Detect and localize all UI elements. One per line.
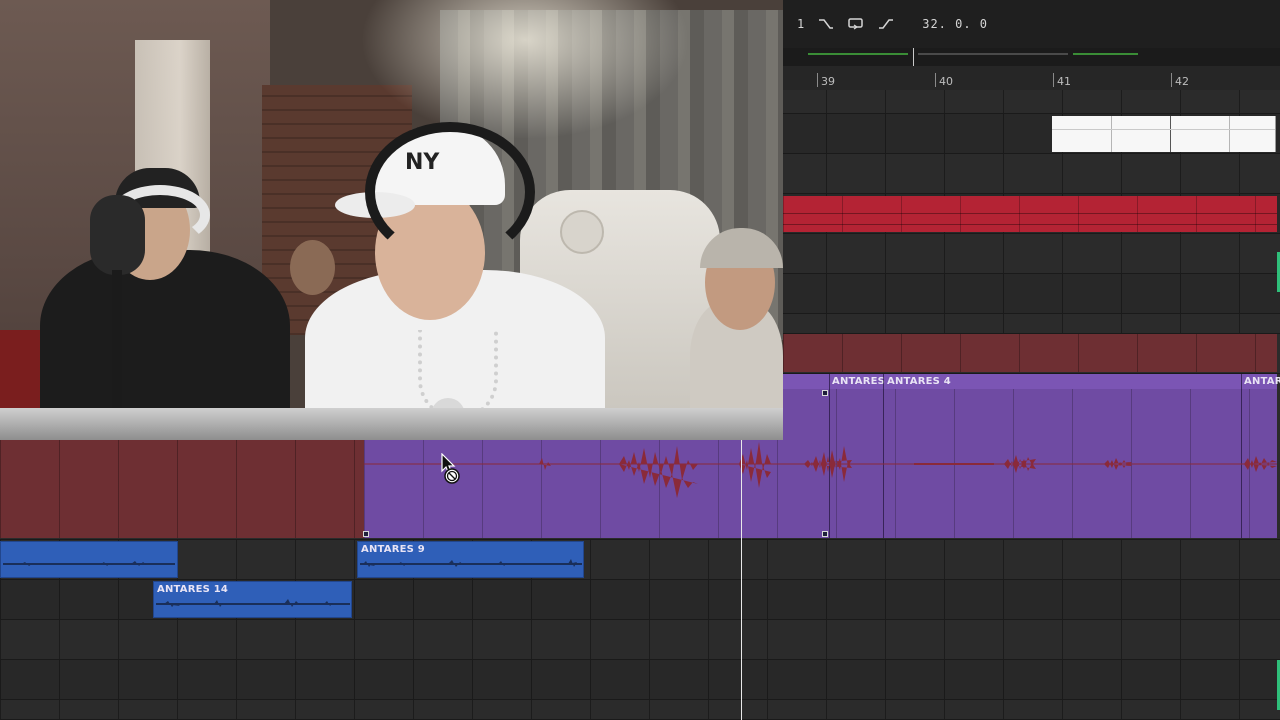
audio-clip-blue[interactable] bbox=[0, 541, 178, 578]
midi-note-line bbox=[1052, 129, 1275, 130]
track-lane[interactable] bbox=[0, 620, 1280, 660]
chair-logo bbox=[560, 210, 604, 254]
audio-clip-antares-14[interactable]: ANTARES 14 bbox=[153, 581, 352, 618]
headphones bbox=[365, 122, 535, 262]
track-lane[interactable]: ANTARES 9 bbox=[0, 540, 1280, 580]
overview-region bbox=[918, 53, 1068, 55]
loop-icon[interactable] bbox=[848, 17, 864, 31]
bar-ruler[interactable]: 39 40 41 42 bbox=[783, 66, 1280, 91]
arrangement-overview[interactable] bbox=[783, 48, 1280, 66]
clip-stripe bbox=[783, 224, 1277, 225]
clip-stripe bbox=[783, 213, 1277, 214]
bar-number: 39 bbox=[817, 73, 835, 88]
clip-divider bbox=[1111, 116, 1112, 152]
overview-position-marker[interactable] bbox=[913, 48, 914, 66]
waveform bbox=[3, 561, 175, 566]
bar-number: 40 bbox=[935, 73, 953, 88]
clip-divider bbox=[1229, 116, 1230, 152]
transport-toolbar: 1 32. 0. 0 bbox=[783, 0, 1280, 48]
audio-clip-maroon[interactable] bbox=[783, 334, 1277, 372]
fade-in-icon[interactable] bbox=[818, 17, 834, 31]
clip-label: ANTAR bbox=[1244, 376, 1280, 387]
track-lane[interactable] bbox=[0, 660, 1280, 700]
track-lane[interactable]: ANTARES 14 bbox=[0, 580, 1280, 620]
waveform bbox=[156, 599, 350, 607]
fade-out-icon[interactable] bbox=[878, 17, 894, 31]
mic-stand bbox=[112, 270, 122, 410]
bar-number: 41 bbox=[1053, 73, 1071, 88]
clip-label: ANTARES bbox=[832, 376, 886, 387]
loop-number[interactable]: 1 bbox=[797, 17, 804, 31]
position-readout[interactable]: 32. 0. 0 bbox=[922, 17, 988, 31]
clip-resize-handle[interactable] bbox=[822, 531, 828, 537]
clip-label: ANTARES 4 bbox=[887, 376, 951, 387]
audio-clip-antares-9[interactable]: ANTARES 9 bbox=[357, 541, 584, 578]
playhead[interactable] bbox=[741, 440, 742, 720]
overview-region bbox=[1073, 53, 1138, 55]
audio-clip-maroon[interactable] bbox=[0, 440, 364, 538]
microphone bbox=[90, 195, 145, 275]
clip-divider bbox=[1170, 116, 1171, 152]
cursor-not-allowed-icon bbox=[441, 453, 460, 484]
desk-edge bbox=[0, 408, 783, 440]
clip-resize-handle[interactable] bbox=[822, 390, 828, 396]
waveform bbox=[360, 559, 582, 567]
audio-clip-red[interactable] bbox=[783, 196, 1277, 232]
waveform bbox=[364, 442, 1277, 498]
midi-clip[interactable] bbox=[1052, 116, 1276, 152]
webcam-video-overlay: NY AP bbox=[0, 0, 783, 440]
speaker bbox=[0, 330, 40, 410]
clip-resize-handle[interactable] bbox=[363, 531, 369, 537]
track-lane[interactable] bbox=[0, 700, 1280, 720]
bar-number: 42 bbox=[1171, 73, 1189, 88]
overview-region bbox=[808, 53, 908, 55]
person-background-head bbox=[290, 240, 335, 295]
